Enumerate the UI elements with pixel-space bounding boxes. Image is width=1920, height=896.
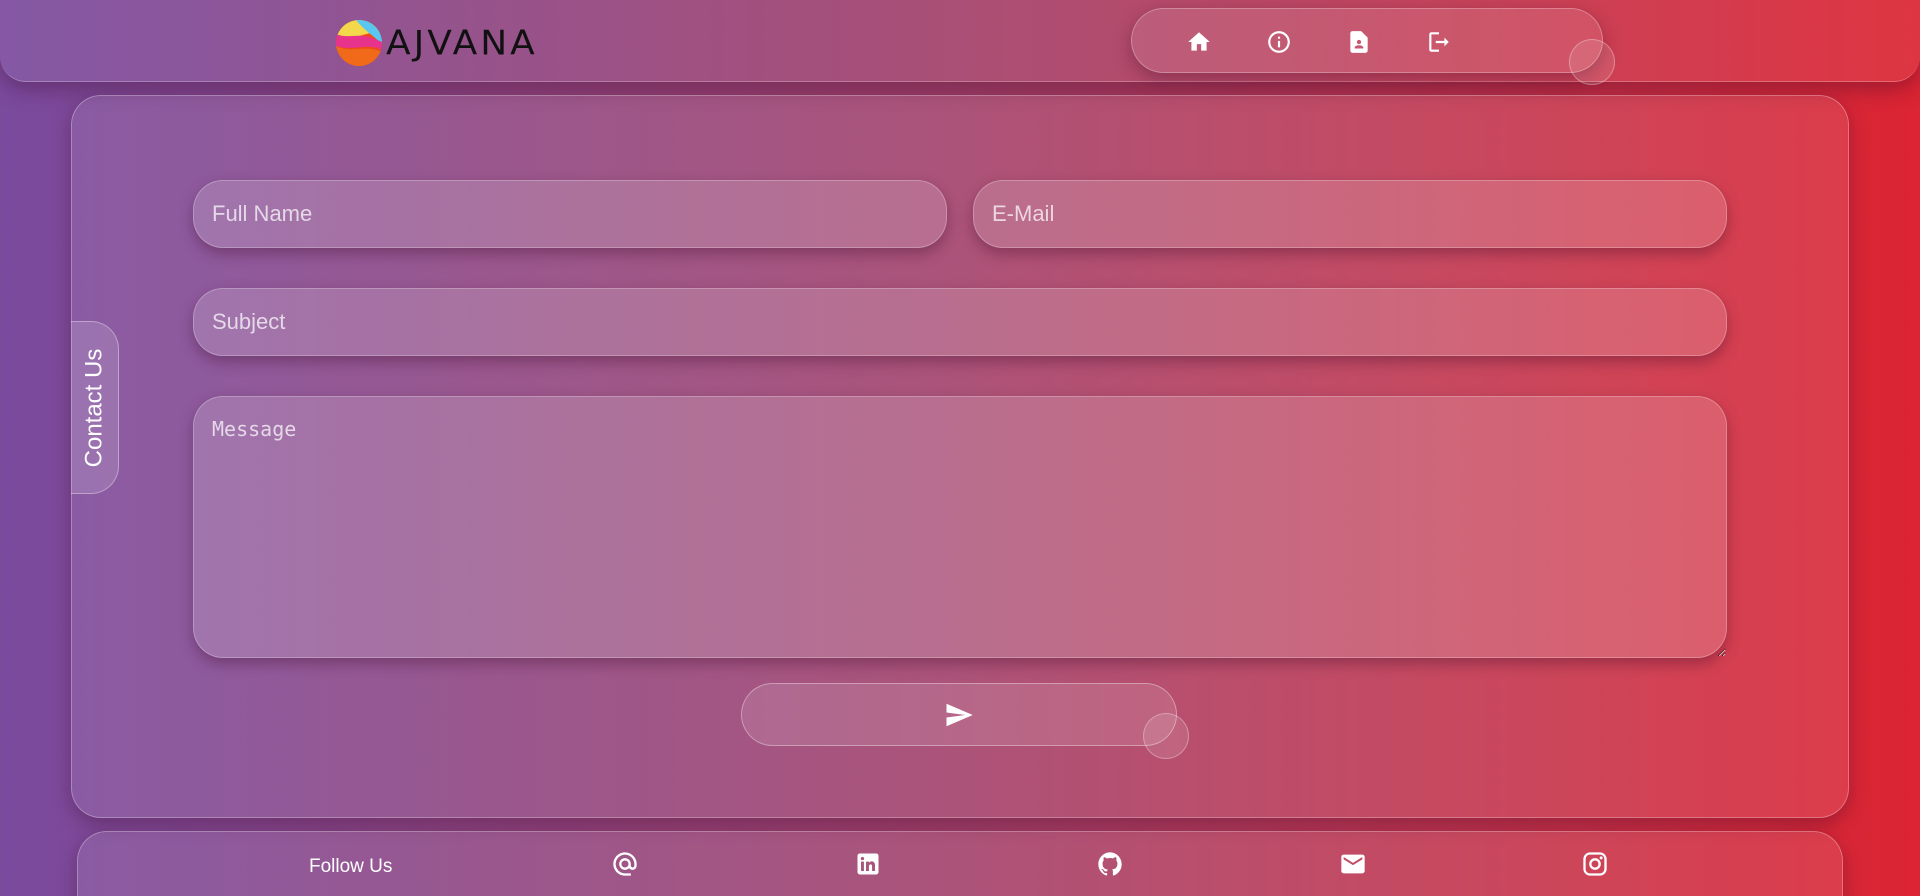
logo-mark-icon — [336, 20, 382, 66]
message-field[interactable] — [193, 396, 1727, 658]
top-nav — [1131, 8, 1603, 73]
instagram-icon — [1583, 852, 1607, 876]
social-email-link[interactable] — [610, 849, 640, 879]
full-name-field[interactable] — [193, 180, 947, 248]
linkedin-icon — [857, 853, 879, 875]
email-field[interactable] — [973, 180, 1727, 248]
logout-icon — [1429, 32, 1449, 52]
mail-icon — [1341, 854, 1365, 874]
logo[interactable]: AJVANA — [336, 20, 538, 66]
github-icon — [1098, 852, 1122, 876]
send-icon — [946, 703, 973, 726]
header — [0, 0, 1920, 82]
contact-card-icon — [1350, 31, 1368, 53]
at-sign-icon — [613, 852, 637, 876]
decorative-bubble — [1143, 713, 1189, 759]
info-icon — [1268, 31, 1290, 53]
social-instagram-link[interactable] — [1580, 849, 1610, 879]
follow-us-label: Follow Us — [309, 856, 393, 877]
home-icon — [1188, 32, 1210, 51]
send-button[interactable] — [741, 683, 1177, 746]
contact-us-tab-label: Contact Us — [80, 348, 108, 467]
social-github-link[interactable] — [1095, 849, 1125, 879]
logo-text: AJVANA — [386, 23, 538, 63]
contact-us-tab[interactable]: Contact Us — [71, 321, 119, 494]
subject-field[interactable] — [193, 288, 1727, 356]
social-mail-link[interactable] — [1338, 849, 1368, 879]
nav-about-button[interactable] — [1264, 27, 1294, 57]
nav-home-button[interactable] — [1184, 27, 1214, 57]
social-linkedin-link[interactable] — [853, 849, 883, 879]
decorative-bubble — [1569, 39, 1615, 85]
nav-contact-button[interactable] — [1344, 27, 1374, 57]
nav-logout-button[interactable] — [1424, 27, 1454, 57]
